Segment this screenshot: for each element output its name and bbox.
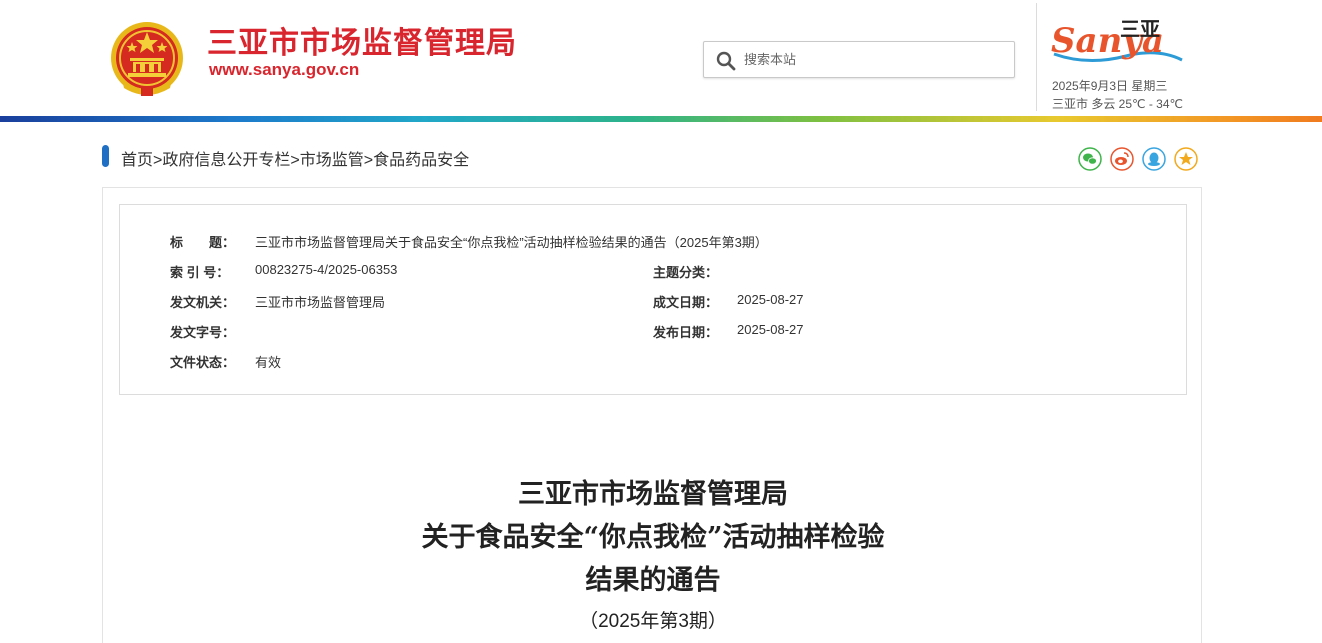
breadcrumb: 首页>政府信息公开专栏>市场监管>食品药品安全: [121, 146, 469, 170]
current-date: 2025年9月3日 星期三: [1052, 79, 1168, 93]
national-emblem-icon: [111, 22, 183, 96]
breadcrumb-home[interactable]: 首页: [121, 152, 153, 169]
meta-status-value: 有效: [255, 355, 282, 370]
document-title-line-1: 三亚市市场监督管理局: [518, 479, 788, 510]
wechat-icon[interactable]: [1078, 147, 1102, 171]
breadcrumb-separator: >: [290, 152, 300, 169]
meta-published-value: 2025-08-27: [737, 322, 804, 337]
document-subtitle: （2025年第3期）: [579, 611, 727, 632]
meta-docno-label: 发文字号：: [170, 325, 236, 340]
breadcrumb-separator: >: [363, 152, 374, 169]
search-icon[interactable]: [716, 51, 736, 71]
site-url[interactable]: www.sanya.gov.cn: [209, 60, 359, 80]
weather-info: 三亚市 多云 25℃ - 34℃: [1052, 97, 1183, 111]
breadcrumb-gov-info[interactable]: 政府信息公开专栏: [162, 152, 290, 169]
share-weibo-button[interactable]: [1110, 147, 1134, 171]
sanya-logo-cn: 三亚: [1120, 17, 1160, 41]
header-color-bar: [0, 116, 1322, 122]
favorite-icon[interactable]: [1174, 147, 1198, 171]
share-wechat-button[interactable]: [1078, 147, 1102, 171]
breadcrumb-market-supervision[interactable]: 市场监管: [300, 152, 364, 169]
header-divider: [1036, 3, 1037, 111]
document-title-line-3: 结果的通告: [585, 565, 721, 596]
meta-status-label: 文件状态：: [170, 355, 236, 370]
search-box[interactable]: [703, 41, 1015, 78]
sanya-logo: Sanya 三亚: [1051, 17, 1183, 63]
share-qq-button[interactable]: [1142, 147, 1166, 171]
meta-issuer-label: 发文机关：: [170, 295, 236, 310]
breadcrumb-separator: >: [153, 152, 163, 169]
qq-icon[interactable]: [1142, 147, 1166, 171]
meta-issuer-value: 三亚市市场监督管理局: [255, 295, 386, 310]
meta-title-label: 标 题：: [170, 235, 236, 250]
site-title[interactable]: 三亚市市场监督管理局: [207, 18, 517, 62]
weibo-icon[interactable]: [1110, 147, 1134, 171]
meta-title-value: 三亚市市场监督管理局关于食品安全“你点我检”活动抽样检验结果的通告（2025年第…: [255, 235, 768, 250]
meta-topic-label: 主题分类：: [653, 265, 719, 280]
document-title-line-2: 关于食品安全“你点我检”活动抽样检验: [421, 522, 885, 553]
article-container: 标 题： 三亚市市场监督管理局关于食品安全“你点我检”活动抽样检验结果的通告（2…: [102, 187, 1202, 643]
breadcrumb-food-drug-safety[interactable]: 食品药品安全: [373, 152, 469, 169]
meta-index-label: 索 引 号：: [170, 265, 230, 280]
site-header: 三亚市市场监督管理局 www.sanya.gov.cn Sanya 三亚 202…: [0, 0, 1322, 116]
document-metadata-panel: 标 题： 三亚市市场监督管理局关于食品安全“你点我检”活动抽样检验结果的通告（2…: [119, 204, 1187, 395]
meta-created-value: 2025-08-27: [737, 292, 804, 307]
meta-created-label: 成文日期：: [653, 295, 719, 310]
search-input[interactable]: [744, 42, 1009, 77]
meta-published-label: 发布日期：: [653, 325, 719, 340]
breadcrumb-marker: [102, 145, 109, 167]
share-favorite-button[interactable]: [1174, 147, 1198, 171]
meta-index-value: 00823275-4/2025-06353: [255, 262, 398, 277]
